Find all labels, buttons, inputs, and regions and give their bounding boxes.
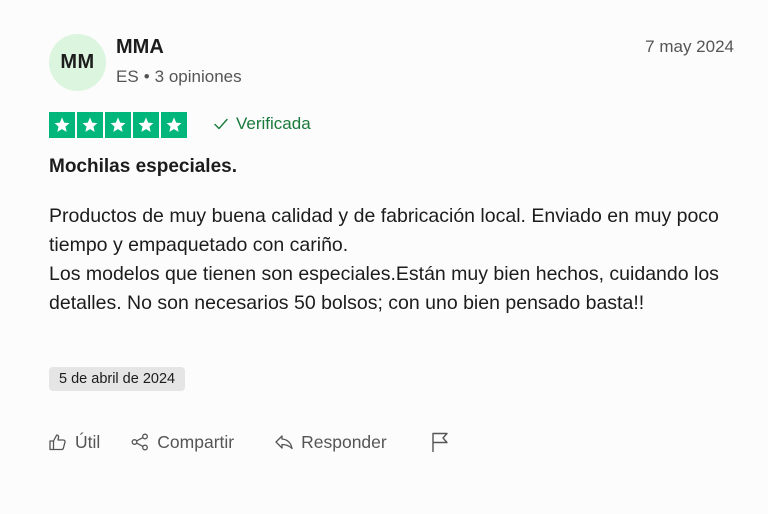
flag-icon <box>432 432 448 452</box>
share-button[interactable]: Compartir <box>130 432 234 453</box>
share-label: Compartir <box>157 431 235 452</box>
review-actions: Útil Compartir Responder <box>48 431 458 453</box>
meta-separator: • <box>143 67 150 86</box>
reply-button[interactable]: Responder <box>274 432 387 453</box>
star-icon <box>133 112 159 138</box>
star-icon <box>105 112 131 138</box>
experience-date-badge: 5 de abril de 2024 <box>49 367 186 391</box>
share-icon <box>131 433 149 451</box>
star-icon <box>49 112 75 138</box>
review-card: MM MMA ES • 3 opiniones 7 may 2024 Verific… <box>0 0 768 514</box>
verified-badge[interactable]: Verificada <box>213 114 311 134</box>
review-date: 7 may 2024 <box>645 37 734 56</box>
review-paragraph: Los modelos que tienen son especiales.Es… <box>49 263 719 314</box>
star-rating <box>49 112 187 138</box>
reviewer-name[interactable]: MMA <box>116 36 164 59</box>
reply-label: Responder <box>301 431 387 452</box>
thumbs-up-icon <box>49 434 66 451</box>
star-icon <box>161 112 187 138</box>
review-body: Productos de muy buena calidad y de fabr… <box>49 202 749 318</box>
reply-icon <box>275 435 293 450</box>
review-title: Mochilas especiales. <box>49 156 237 177</box>
check-icon <box>214 118 228 130</box>
star-icon <box>77 112 103 138</box>
review-paragraph: Productos de muy buena calidad y de fabr… <box>49 205 719 256</box>
reviewer-meta: ES • 3 opiniones <box>116 67 242 87</box>
useful-button[interactable]: Útil <box>48 432 100 453</box>
reviewer-review-count: 3 opiniones <box>154 67 242 86</box>
report-button[interactable] <box>429 431 458 453</box>
avatar[interactable]: MM <box>49 34 106 91</box>
verified-label: Verificada <box>236 114 311 133</box>
avatar-initials: MM <box>60 51 95 73</box>
reviewer-country: ES <box>116 67 139 86</box>
useful-label: Útil <box>75 431 101 452</box>
